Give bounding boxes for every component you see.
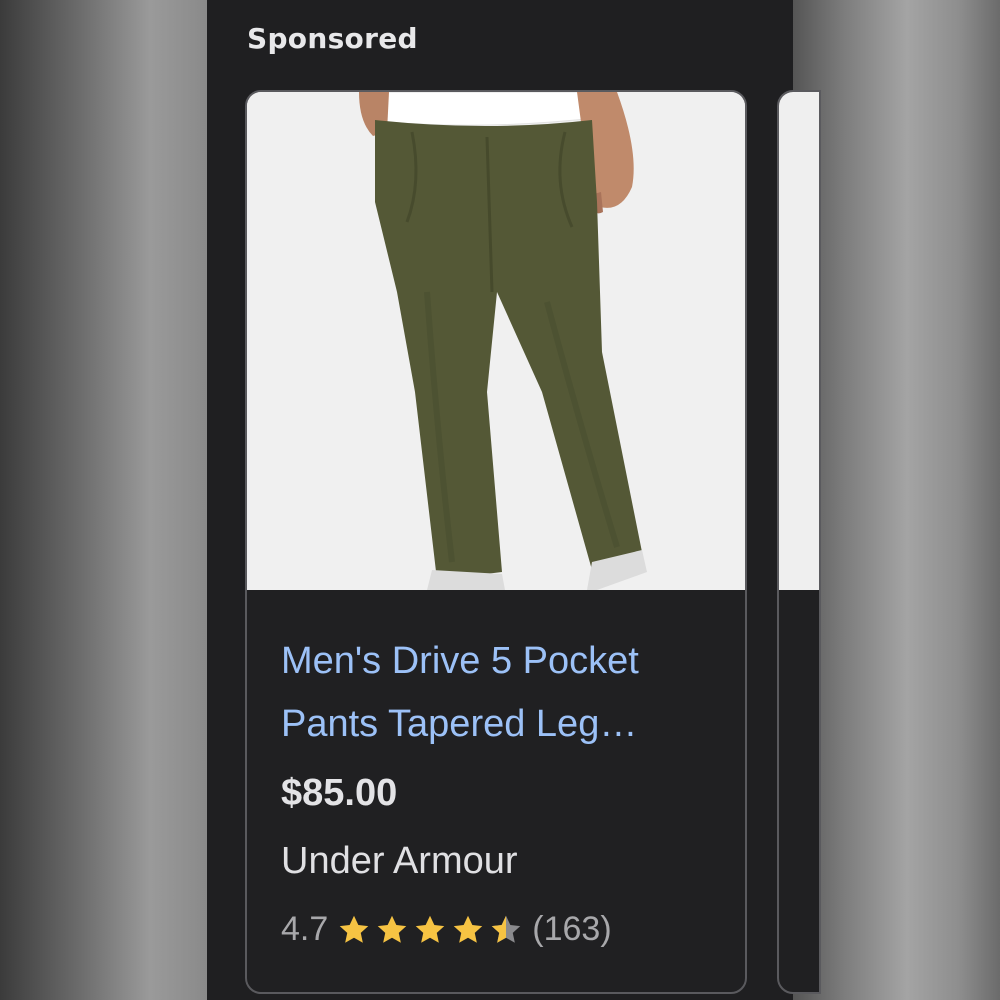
star-full-icon xyxy=(378,915,407,943)
product-rating: 4.7 (163) xyxy=(281,910,612,949)
product-image[interactable] xyxy=(247,92,745,590)
star-full-icon xyxy=(454,915,483,943)
product-card[interactable]: Men's Drive 5 Pocket Pants Tapered Leg… … xyxy=(245,90,747,994)
next-product-image[interactable] xyxy=(779,92,819,590)
review-count: (163) xyxy=(532,910,612,948)
star-full-icon xyxy=(416,915,445,943)
rating-stars xyxy=(336,912,524,948)
product-brand: Under Armour xyxy=(281,840,518,882)
background-right xyxy=(793,0,1000,1000)
pants-photo-icon xyxy=(247,92,745,590)
sponsored-label: Sponsored xyxy=(247,22,418,55)
star-full-icon xyxy=(340,915,369,943)
product-price: $85.00 xyxy=(281,772,398,814)
sponsored-panel: Sponsored Men's Drive 5 Pocket Pants Tap… xyxy=(207,0,821,1000)
rating-value: 4.7 xyxy=(281,910,329,948)
next-product-card[interactable] xyxy=(777,90,821,994)
product-title-link[interactable]: Men's Drive 5 Pocket Pants Tapered Leg… xyxy=(281,630,721,756)
star-half-icon xyxy=(492,915,521,943)
